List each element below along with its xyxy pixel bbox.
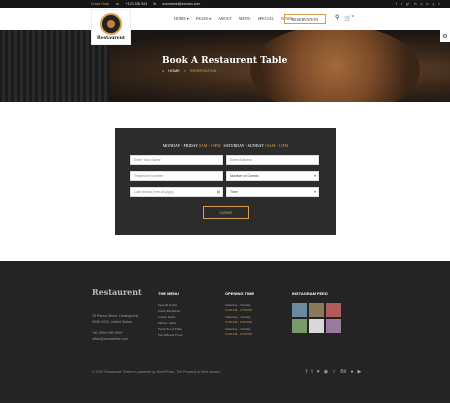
copyright: © 2016 Restaurant Theme is powered by Wo… <box>92 370 222 374</box>
footer-menu-item[interactable]: We Offered Food <box>158 333 182 337</box>
mail-icon: ✉ <box>153 2 157 6</box>
opening-hours: MONDAY - FRIDAY 8AM - 10PM SATURDAY - SU… <box>162 143 289 148</box>
social-icon[interactable]: f <box>396 2 397 6</box>
social-icon[interactable]: Bē <box>340 369 346 375</box>
logo-text: Restaurent <box>97 36 125 41</box>
social-icon[interactable]: in <box>414 2 417 6</box>
nav-special[interactable]: SPECIAL <box>258 16 274 21</box>
social-icon[interactable]: t <box>311 369 312 375</box>
social-icon[interactable]: b <box>427 2 429 6</box>
breadcrumb-current: RESERVATION <box>189 69 217 73</box>
instagram-photo[interactable] <box>292 319 307 333</box>
instagram-photo[interactable] <box>292 303 307 317</box>
nav-about[interactable]: ABOUT <box>218 16 232 21</box>
social-icon[interactable]: t <box>401 2 402 6</box>
social-icon[interactable]: ◉ <box>324 369 328 375</box>
name-field[interactable]: Enter Your Name <box>130 155 223 165</box>
home-icon: ⌂ <box>162 69 165 73</box>
hours-day: Saturday - Sunday <box>225 327 251 331</box>
social-icon[interactable]: y <box>433 2 435 6</box>
reservation-form: MONDAY - FRIDAY 8AM - 10PM SATURDAY - SU… <box>115 128 336 235</box>
hours-time: 10:00 AM - 03:00 PM <box>225 320 252 324</box>
footer-logo: Restaurent <box>92 287 142 297</box>
social-icon[interactable]: ♥ <box>317 369 320 375</box>
crave-label: Crave Now! <box>91 2 110 6</box>
instagram-heading: INSTAGRAM FEED <box>292 291 328 296</box>
hours-day: Saturday - Sunday <box>225 303 251 307</box>
phone-number[interactable]: +123 185 543 <box>126 2 148 6</box>
instagram-grid <box>292 303 341 333</box>
hours-time: 10:00 AM - 10:00 PM <box>225 332 252 336</box>
menu-heading: THE MENU <box>158 291 179 296</box>
chevron-down-icon: ▾ <box>314 190 316 194</box>
reservation-button[interactable]: RESERVATION <box>284 14 326 24</box>
cart-icon[interactable]: 🛒0 <box>344 14 353 22</box>
instagram-photo[interactable] <box>326 303 341 317</box>
social-icon[interactable]: ✓ <box>332 369 336 375</box>
social-icon[interactable]: g+ <box>406 2 410 6</box>
logo[interactable]: Restaurent <box>91 9 131 45</box>
logo-emblem <box>100 13 122 35</box>
nav-home[interactable]: HOME ▾ <box>174 16 189 21</box>
calendar-icon: ▦ <box>216 190 220 194</box>
date-field[interactable]: Late format (mm-dd-yyyy) ▦ <box>130 187 223 197</box>
social-icon[interactable]: p <box>421 2 423 6</box>
top-bar: Crave Now! ☏ +123 185 543 ✉ username@dom… <box>0 0 450 8</box>
submit-button[interactable]: SUBMIT <box>203 206 249 219</box>
social-icon[interactable]: ● <box>350 369 353 375</box>
time-select[interactable]: Time ▾ <box>226 187 319 197</box>
instagram-photo[interactable] <box>326 319 341 333</box>
footer-socials: f t ♥ ◉ ✓ Bē ● ▶ <box>306 369 361 375</box>
footer-address-2: NSW 2010, United States <box>92 320 132 324</box>
footer-phone: +61 9999 999 9999 <box>92 331 123 335</box>
gear-icon[interactable]: ⚙ <box>440 30 450 42</box>
phone-icon: ☏ <box>115 2 120 6</box>
nav-pages[interactable]: PAGES ▾ <box>196 16 211 21</box>
phone-field[interactable]: Telephone Number <box>130 171 223 181</box>
footer-menu-item[interactable]: Special Items <box>158 303 177 307</box>
hours-time: 10:00 AM - 12:00 PM <box>225 308 252 312</box>
hours-day: Saturday - Sunday <box>225 315 251 319</box>
main-nav: HOME ▾ PAGES ▾ ABOUT MENU SPECIAL NEWS <box>174 16 292 21</box>
breadcrumb-separator: » <box>183 69 186 73</box>
nav-menu[interactable]: MENU <box>239 16 251 21</box>
footer-menu-item[interactable]: Fresh Breakfast <box>158 309 180 313</box>
search-icon[interactable]: ⚲ <box>335 14 339 22</box>
guests-select[interactable]: Number of Guests ▾ <box>226 171 319 181</box>
hours-heading: OPENING TIME <box>225 291 255 296</box>
chevron-down-icon: ▾ <box>314 174 316 178</box>
footer-address-1: 15 Panna Street, Darlinghurst <box>92 314 139 318</box>
instagram-photo[interactable] <box>309 319 324 333</box>
email-link[interactable]: username@domain.com <box>162 2 200 6</box>
footer-menu-item[interactable]: Fresh Food Time <box>158 327 182 331</box>
footer-menu-item[interactable]: Lunch Items <box>158 315 176 319</box>
breadcrumb: ⌂ HOME » RESERVATION <box>162 69 216 73</box>
email-field[interactable]: Enter Address <box>226 155 319 165</box>
footer-menu-item[interactable]: Dinner Items <box>158 321 176 325</box>
social-icon[interactable]: f <box>306 369 307 375</box>
hero-pizza <box>250 30 420 102</box>
breadcrumb-home[interactable]: HOME <box>168 69 179 73</box>
page-title: Book A Restaurent Table <box>162 56 288 66</box>
social-icon[interactable]: ▶ <box>357 369 361 375</box>
instagram-photo[interactable] <box>309 303 324 317</box>
footer-email[interactable]: office@domainlike.com <box>92 337 128 341</box>
social-icon[interactable]: v <box>438 2 440 6</box>
hero-banner: Book A Restaurent Table ⌂ HOME » RESERVA… <box>0 30 450 102</box>
